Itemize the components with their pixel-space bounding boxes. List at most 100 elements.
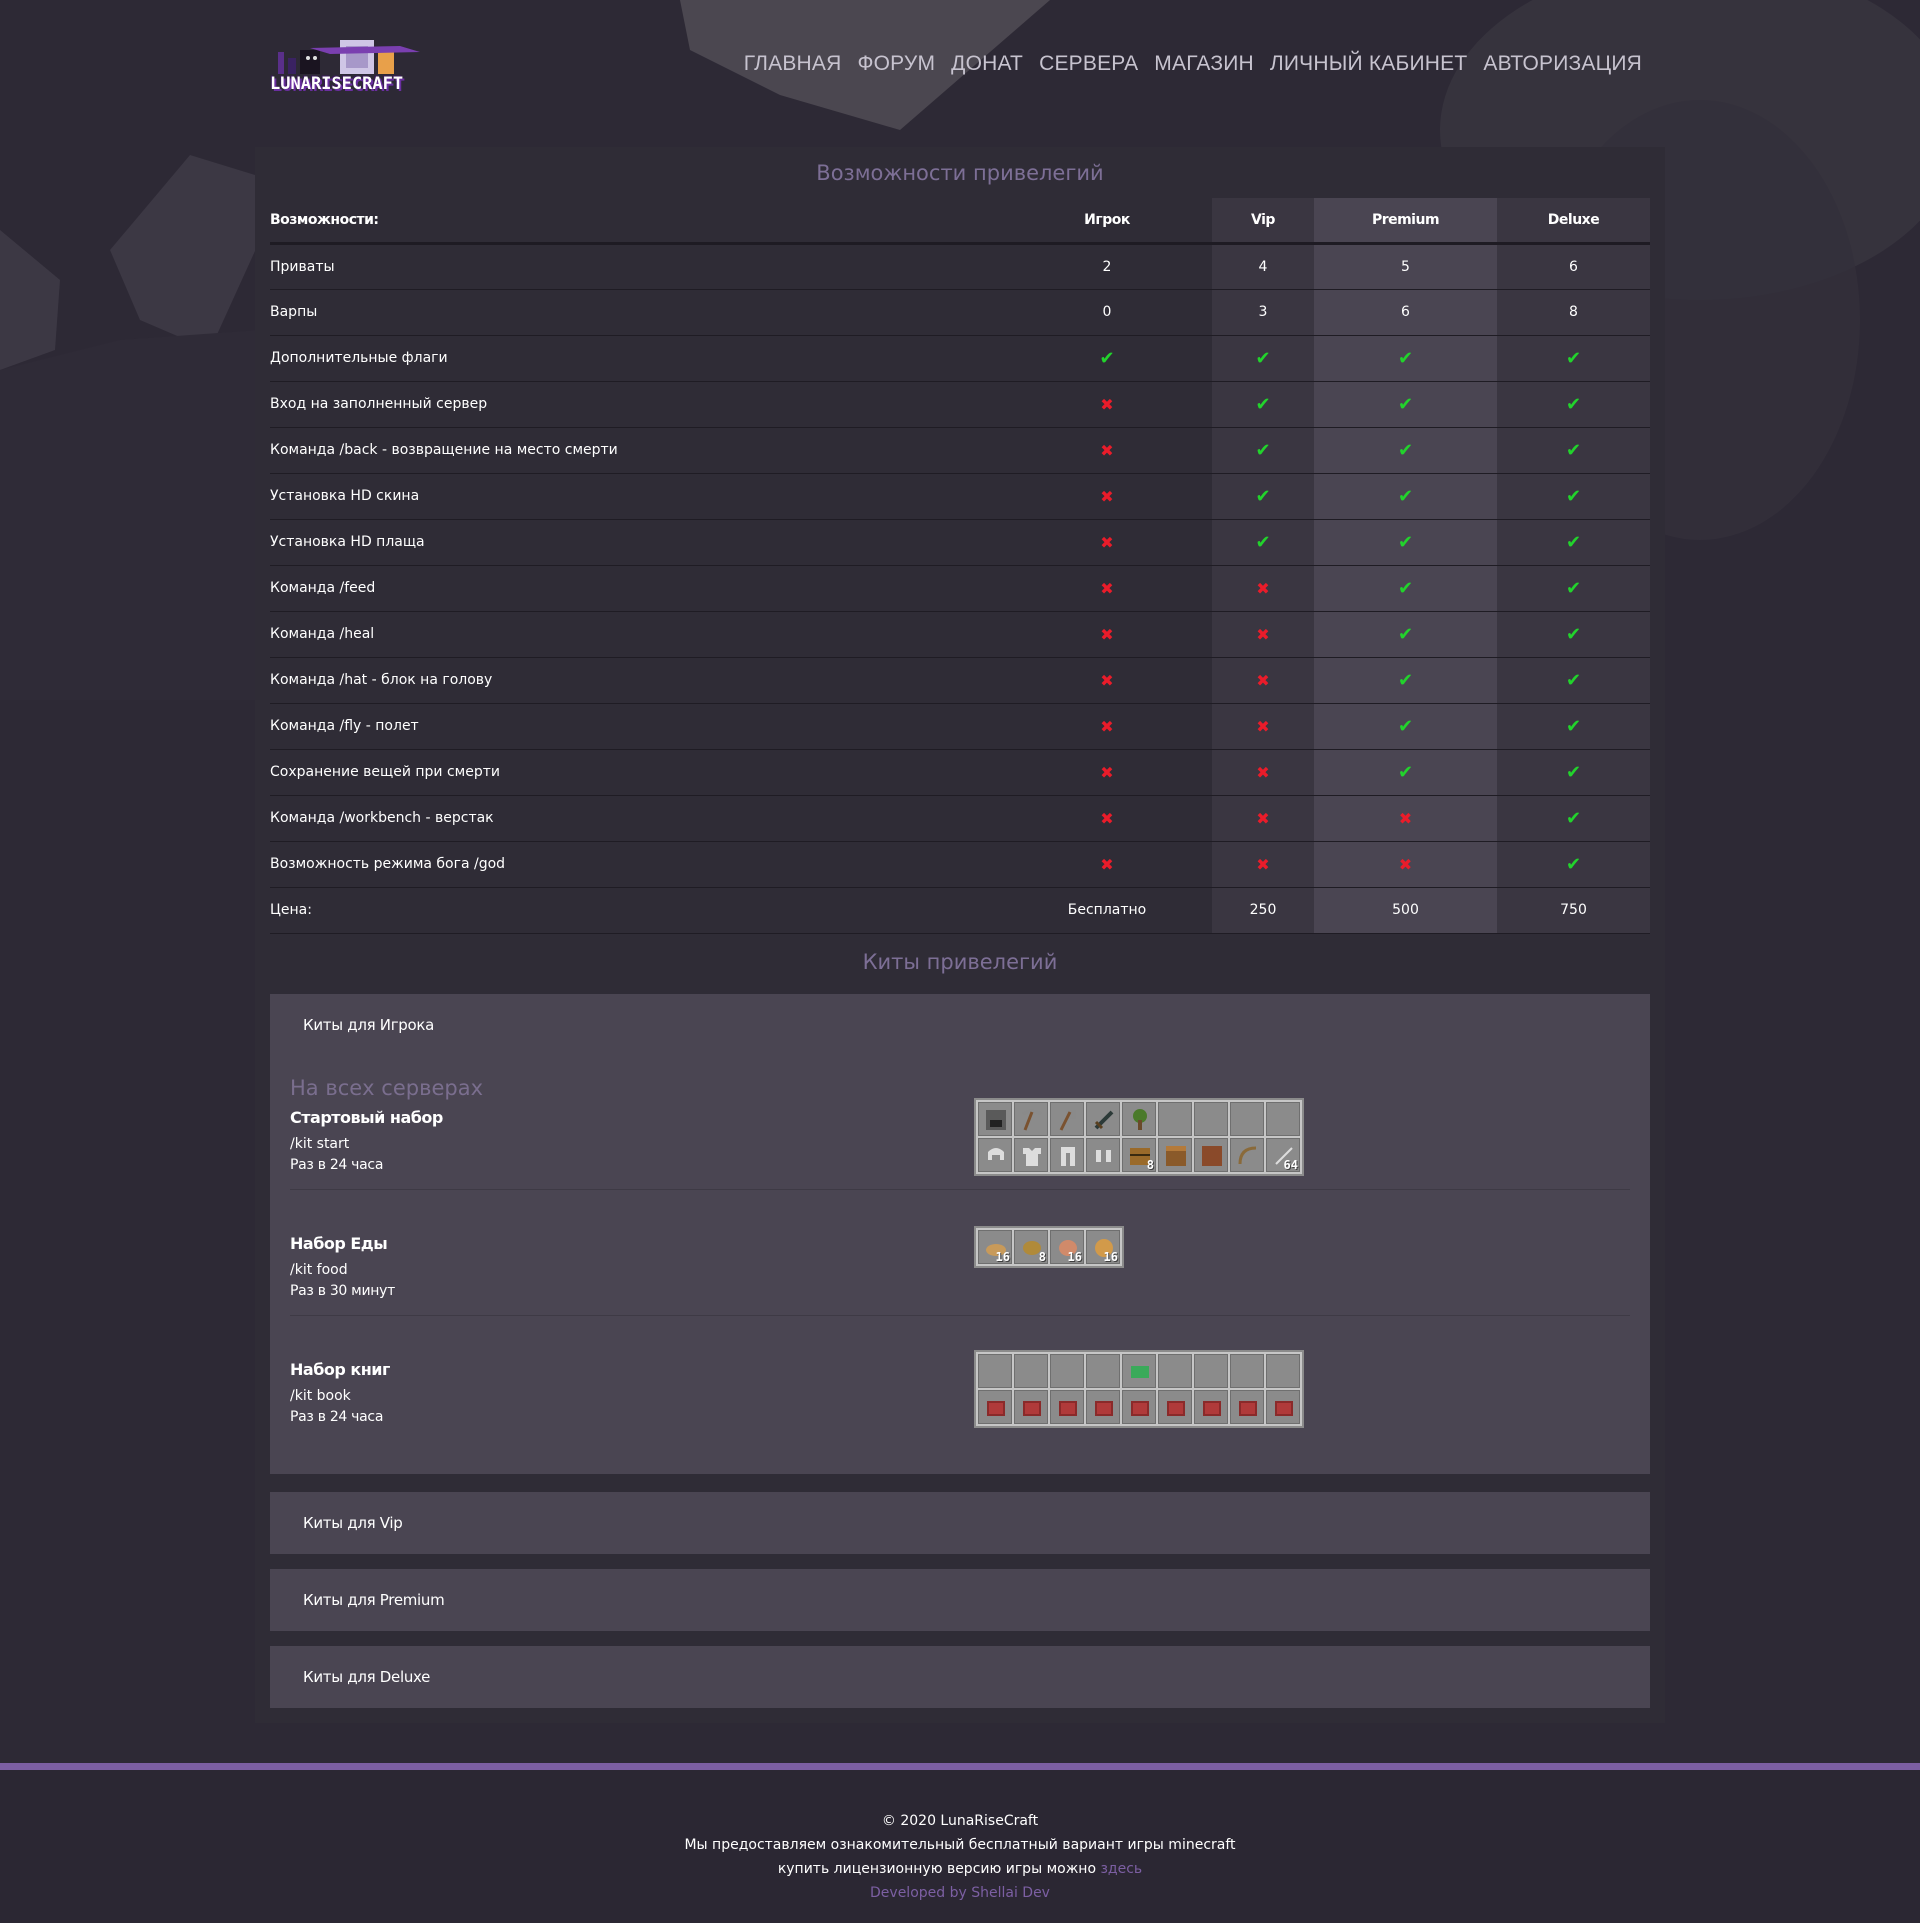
check-icon: ✔ bbox=[1212, 427, 1314, 474]
inventory-slot bbox=[1194, 1354, 1228, 1388]
boots-icon bbox=[1096, 1150, 1111, 1162]
table-row: Команда /workbench - верстак ✖ ✖ ✖ ✔ bbox=[270, 795, 1650, 842]
item-count: 16 bbox=[995, 1250, 1010, 1264]
kit-name: Стартовый набор bbox=[290, 1108, 443, 1127]
cross-icon: ✖ bbox=[1002, 795, 1212, 842]
nav-servers[interactable]: СЕРВЕРА bbox=[1039, 52, 1138, 76]
furnace-icon bbox=[986, 1110, 1006, 1130]
kit-name: Набор книг bbox=[290, 1360, 390, 1379]
check-icon: ✔ bbox=[1497, 427, 1650, 474]
check-icon: ✔ bbox=[1497, 335, 1650, 382]
check-icon: ✔ bbox=[1314, 427, 1497, 474]
nav-home[interactable]: ГЛАВНАЯ bbox=[744, 52, 842, 76]
kit-inventory bbox=[974, 1350, 1304, 1428]
nav-donate[interactable]: ДОНАТ bbox=[951, 52, 1023, 76]
main-nav: ГЛАВНАЯ ФОРУМ ДОНАТ СЕРВЕРА МАГАЗИН ЛИЧН… bbox=[744, 52, 1642, 76]
inventory-slot bbox=[1014, 1354, 1048, 1388]
feature-name: Возможность режима бога /god bbox=[270, 841, 1002, 888]
kit-panel-premium[interactable]: Киты для Premium bbox=[270, 1569, 1650, 1631]
nav-forum[interactable]: ФОРУМ bbox=[857, 52, 935, 76]
kit-panel-vip[interactable]: Киты для Vip bbox=[270, 1492, 1650, 1554]
price-player: Бесплатно bbox=[1002, 887, 1212, 934]
check-icon: ✔ bbox=[1255, 485, 1271, 507]
inventory-slot bbox=[1122, 1390, 1156, 1424]
inventory-slot bbox=[1230, 1138, 1264, 1172]
column-header-premium: Premium bbox=[1314, 198, 1497, 245]
check-icon: ✔ bbox=[1314, 519, 1497, 566]
footer-developer-link[interactable]: Developed by Shellai Dev bbox=[0, 1885, 1920, 1901]
axe-icon bbox=[1059, 1110, 1076, 1131]
inventory-slot bbox=[1014, 1138, 1048, 1172]
check-icon: ✔ bbox=[1314, 657, 1497, 704]
value-deluxe: 6 bbox=[1497, 243, 1650, 290]
check-icon: ✔ bbox=[1397, 531, 1414, 553]
check-icon: ✔ bbox=[1314, 749, 1497, 796]
kit-panel-player-body: На всех серверах Стартовый набор /kit st… bbox=[270, 1056, 1650, 1474]
table-row: Варпы 0 3 6 8 bbox=[270, 289, 1650, 336]
kit-inventory: 8 64 bbox=[974, 1098, 1304, 1176]
cross-icon: ✖ bbox=[1100, 440, 1114, 460]
cross-icon: ✖ bbox=[1212, 703, 1314, 750]
column-header-features: Возможности: bbox=[270, 198, 1002, 245]
table-header-row: Возможности: Игрок Vip Premium Deluxe bbox=[270, 198, 1650, 245]
check-icon: ✔ bbox=[1397, 761, 1414, 783]
check-icon: ✔ bbox=[1565, 715, 1582, 737]
content-panel: Возможности привелегий Возможности: Игро… bbox=[255, 147, 1665, 1723]
footer-license-link[interactable]: здесь bbox=[1100, 1861, 1142, 1877]
feature-name: Приваты bbox=[270, 243, 1002, 290]
cross-icon: ✖ bbox=[1398, 808, 1413, 828]
kit-subtitle: На всех серверах bbox=[290, 1076, 483, 1100]
kit-inventory: 16 8 16 16 bbox=[974, 1226, 1124, 1268]
feature-name: Установка HD плаща bbox=[270, 519, 1002, 566]
cross-icon: ✖ bbox=[1002, 749, 1212, 796]
cross-icon: ✖ bbox=[1212, 611, 1314, 658]
inventory-slot: 16 bbox=[1050, 1230, 1084, 1264]
check-icon: ✔ bbox=[1255, 531, 1271, 553]
check-icon: ✔ bbox=[1255, 439, 1271, 461]
kit-panel-player[interactable]: Киты для Игрока bbox=[270, 994, 1650, 1056]
feature-name: Установка HD скина bbox=[270, 473, 1002, 520]
inventory-slot: 16 bbox=[1086, 1230, 1120, 1264]
table-row: Возможность режима бога /god ✖ ✖ ✖ ✔ bbox=[270, 841, 1650, 888]
feature-name: Варпы bbox=[270, 289, 1002, 336]
inventory-slot bbox=[1266, 1102, 1300, 1136]
kit-book: Набор книг /kit book Раз в 24 часа bbox=[290, 1360, 390, 1425]
cross-icon: ✖ bbox=[1314, 841, 1497, 888]
cross-icon: ✖ bbox=[1100, 486, 1114, 506]
cross-icon: ✖ bbox=[1002, 381, 1212, 428]
check-icon: ✔ bbox=[1255, 347, 1271, 369]
inventory-slot bbox=[1194, 1390, 1228, 1424]
book-icon bbox=[1239, 1401, 1257, 1416]
check-icon: ✔ bbox=[1565, 669, 1582, 691]
inventory-slot: 8 bbox=[1014, 1230, 1048, 1264]
kit-command: /kit food bbox=[290, 1262, 348, 1278]
check-icon: ✔ bbox=[1497, 611, 1650, 658]
check-icon: ✔ bbox=[1002, 335, 1212, 382]
site-logo[interactable]: LUNARISECRAFT bbox=[270, 36, 440, 98]
kit-start: Стартовый набор /kit start Раз в 24 часа bbox=[290, 1108, 443, 1173]
price-row: Цена: Бесплатно 250 500 750 bbox=[270, 887, 1650, 934]
check-icon: ✔ bbox=[1565, 347, 1582, 369]
book-icon bbox=[1275, 1401, 1293, 1416]
check-icon: ✔ bbox=[1099, 347, 1115, 369]
nav-login[interactable]: АВТОРИЗАЦИЯ bbox=[1483, 52, 1642, 76]
check-icon: ✔ bbox=[1314, 565, 1497, 612]
cross-icon: ✖ bbox=[1002, 841, 1212, 888]
book-icon bbox=[1167, 1401, 1185, 1416]
chestplate-icon bbox=[1023, 1148, 1041, 1166]
inventory-slot bbox=[1086, 1390, 1120, 1424]
kit-panel-deluxe[interactable]: Киты для Deluxe bbox=[270, 1646, 1650, 1708]
inventory-slot bbox=[978, 1138, 1012, 1172]
nav-shop[interactable]: МАГАЗИН bbox=[1154, 52, 1254, 76]
cross-icon: ✖ bbox=[1100, 394, 1114, 414]
book-icon bbox=[1023, 1401, 1041, 1416]
table-row: Дополнительные флаги ✔ ✔ ✔ ✔ bbox=[270, 335, 1650, 382]
column-header-deluxe: Deluxe bbox=[1497, 198, 1650, 245]
bow-icon bbox=[1238, 1146, 1257, 1165]
nav-account[interactable]: ЛИЧНЫЙ КАБИНЕТ bbox=[1270, 52, 1467, 76]
privileges-table: Возможности: Игрок Vip Premium Deluxe Пр… bbox=[270, 198, 1650, 934]
feature-name: Команда /feed bbox=[270, 565, 1002, 612]
check-icon: ✔ bbox=[1397, 669, 1414, 691]
table-row: Команда /fly - полет ✖ ✖ ✔ ✔ bbox=[270, 703, 1650, 750]
inventory-slot: 8 bbox=[1122, 1138, 1156, 1172]
